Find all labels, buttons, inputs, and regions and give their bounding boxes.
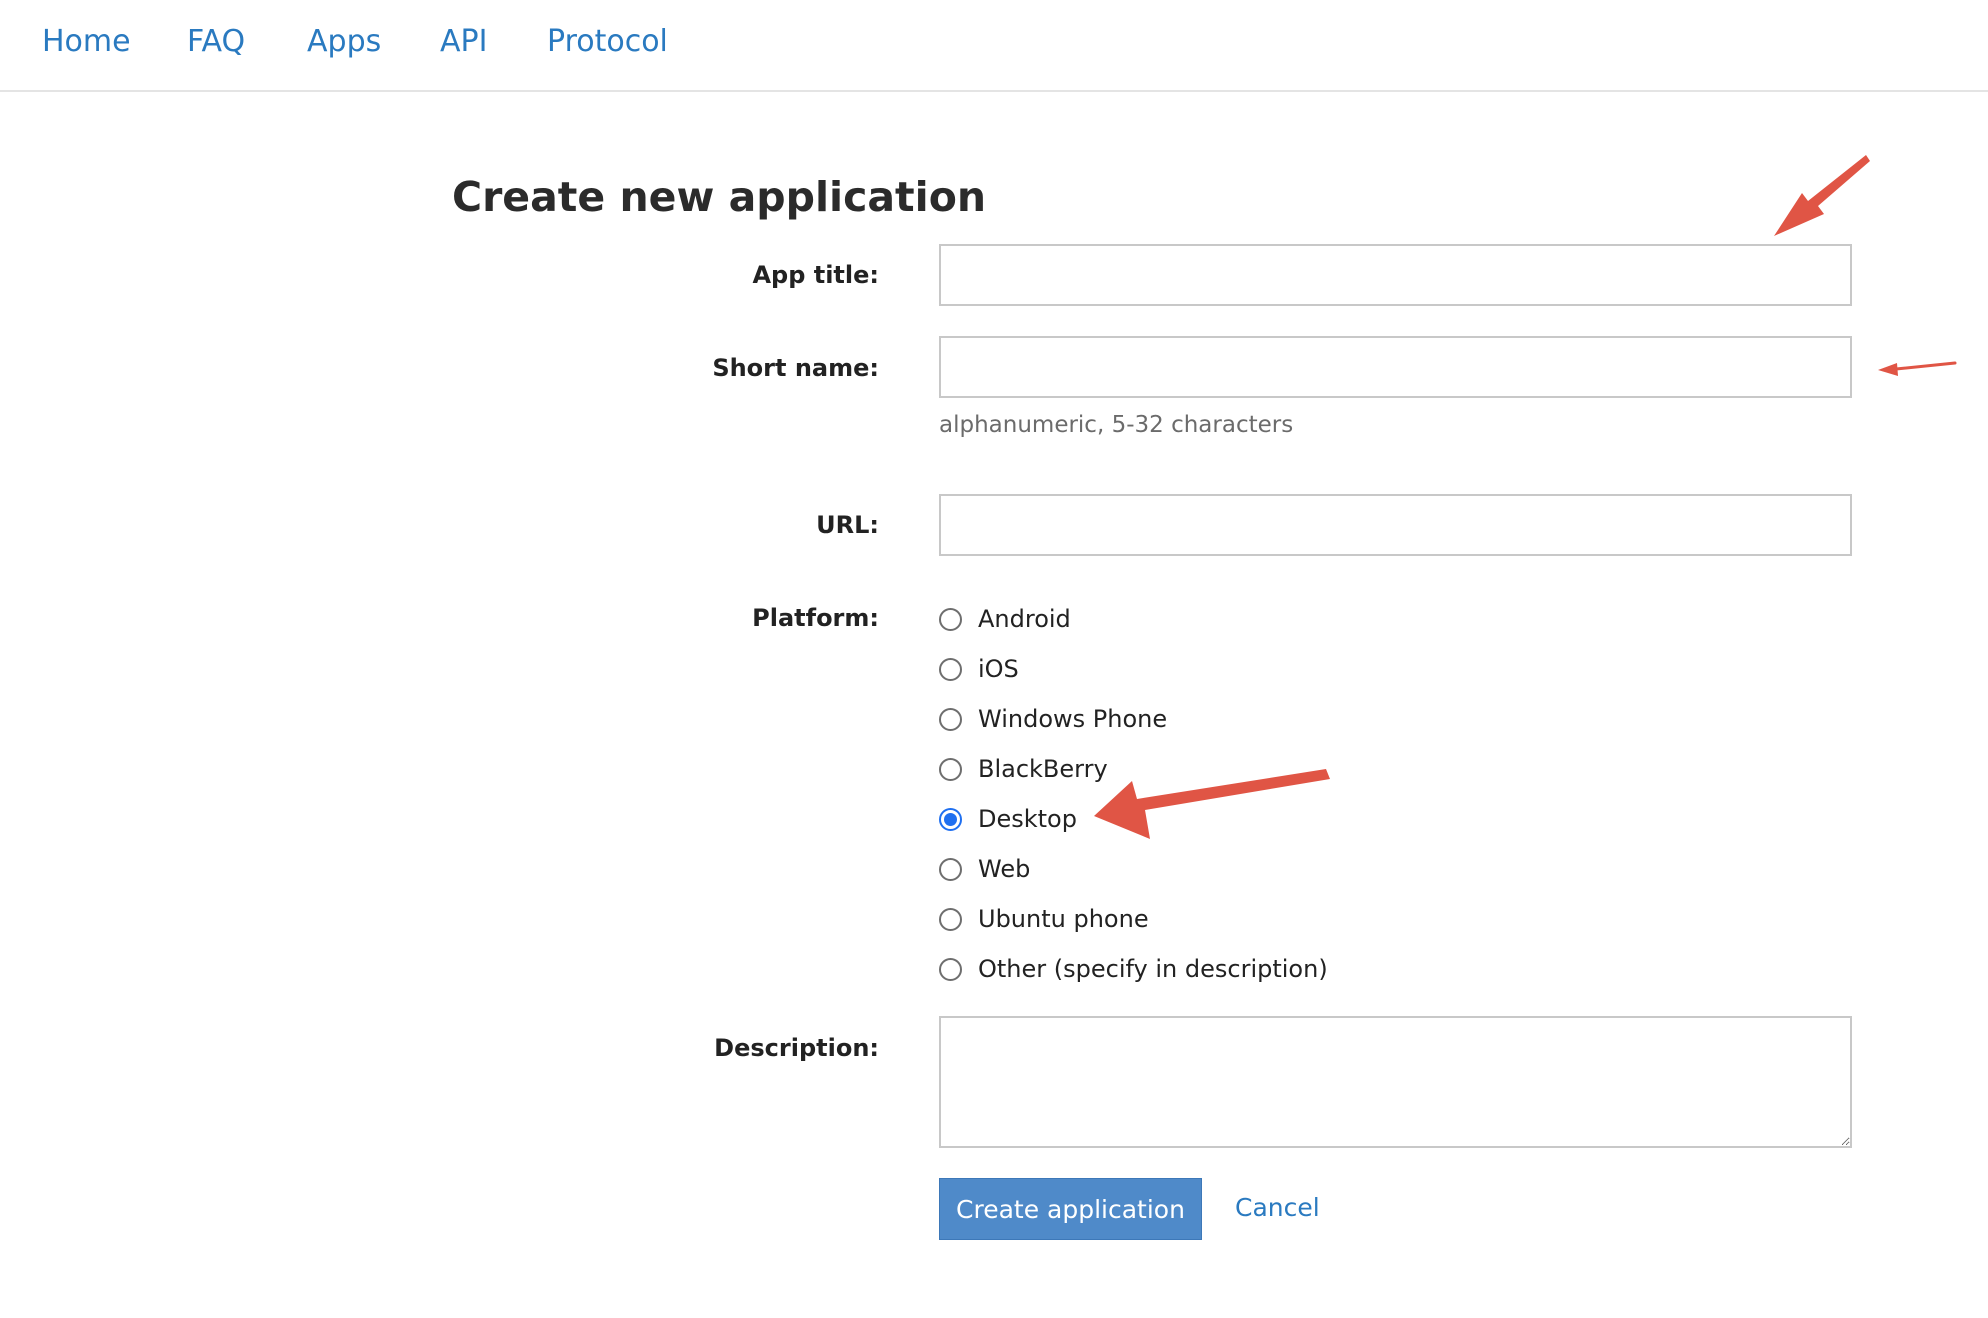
app-title-label: App title: bbox=[752, 261, 879, 289]
description-label: Description: bbox=[714, 1034, 879, 1062]
platform-option-label: Web bbox=[978, 855, 1031, 883]
red-arrow-icon bbox=[1774, 155, 1870, 236]
platform-radio-blackberry[interactable]: BlackBerry bbox=[939, 749, 1108, 789]
platform-option-label: BlackBerry bbox=[978, 755, 1108, 783]
platform-option-label: Windows Phone bbox=[978, 705, 1168, 733]
platform-radio-web[interactable]: Web bbox=[939, 849, 1030, 889]
radio-button[interactable] bbox=[939, 657, 962, 681]
app-title-input[interactable] bbox=[939, 244, 1852, 306]
platform-radio-windows-phone[interactable]: Windows Phone bbox=[939, 699, 1167, 739]
radio-button[interactable] bbox=[939, 907, 962, 931]
short-name-input[interactable] bbox=[939, 336, 1852, 398]
nav-link-protocol[interactable]: Protocol bbox=[547, 24, 668, 59]
platform-radio-ios[interactable]: iOS bbox=[939, 649, 1019, 689]
short-name-label: Short name: bbox=[712, 354, 879, 382]
radio-button-selected[interactable] bbox=[939, 807, 962, 831]
platform-option-label: iOS bbox=[978, 655, 1019, 683]
description-textarea[interactable] bbox=[939, 1016, 1852, 1148]
radio-button[interactable] bbox=[939, 857, 962, 881]
red-arrow-icon bbox=[1094, 769, 1330, 839]
cancel-link[interactable]: Cancel bbox=[1235, 1193, 1320, 1222]
radio-button[interactable] bbox=[939, 707, 962, 731]
platform-radio-android[interactable]: Android bbox=[939, 599, 1071, 639]
nav-link-home[interactable]: Home bbox=[42, 24, 131, 59]
page-title: Create new application bbox=[452, 173, 987, 221]
top-navigation: Home FAQ Apps API Protocol bbox=[0, 0, 1988, 92]
url-label: URL: bbox=[816, 511, 879, 539]
platform-radio-other[interactable]: Other (specify in description) bbox=[939, 949, 1328, 989]
platform-option-label: Other (specify in description) bbox=[978, 955, 1328, 983]
platform-option-label: Android bbox=[978, 605, 1071, 633]
nav-link-apps[interactable]: Apps bbox=[307, 24, 381, 59]
platform-radio-ubuntu-phone[interactable]: Ubuntu phone bbox=[939, 899, 1149, 939]
platform-option-label: Ubuntu phone bbox=[978, 905, 1149, 933]
short-name-help-text: alphanumeric, 5-32 characters bbox=[939, 412, 1294, 438]
url-input[interactable] bbox=[939, 494, 1852, 556]
radio-button[interactable] bbox=[939, 607, 962, 631]
nav-link-api[interactable]: API bbox=[440, 24, 487, 59]
red-arrow-icon bbox=[1878, 361, 1957, 376]
radio-button[interactable] bbox=[939, 957, 962, 981]
platform-radio-desktop[interactable]: Desktop bbox=[939, 799, 1077, 839]
create-application-button[interactable]: Create application bbox=[939, 1178, 1202, 1240]
platform-option-label: Desktop bbox=[978, 805, 1077, 833]
nav-link-faq[interactable]: FAQ bbox=[187, 24, 245, 59]
radio-button[interactable] bbox=[939, 757, 962, 781]
platform-label: Platform: bbox=[752, 604, 879, 632]
